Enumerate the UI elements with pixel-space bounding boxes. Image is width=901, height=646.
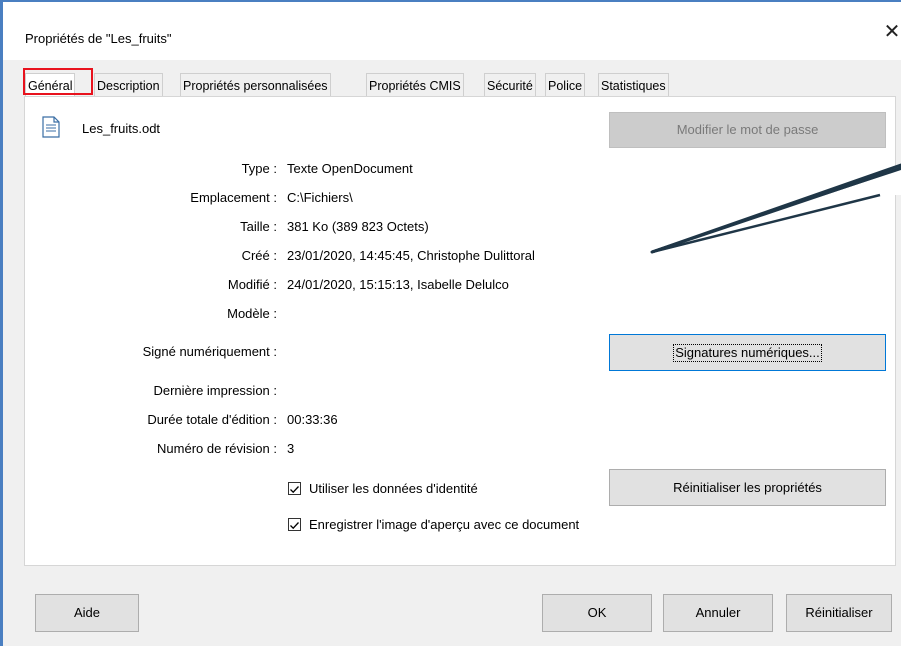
save-thumbnail-checkbox[interactable]	[288, 518, 301, 531]
modified-value: 24/01/2020, 15:15:13, Isabelle Delulco	[287, 277, 509, 292]
tab-cmis-properties[interactable]: Propriétés CMIS	[366, 73, 464, 97]
type-label: Type :	[241, 161, 277, 176]
revision-number-value: 3	[287, 441, 295, 456]
created-value: 23/01/2020, 14:45:45, Christophe Dulitto…	[287, 248, 535, 263]
revision-number-label: Numéro de révision :	[157, 441, 277, 456]
tab-font[interactable]: Police	[545, 73, 586, 97]
created-label: Créé :	[241, 248, 277, 263]
change-password-button[interactable]: Modifier le mot de passe	[609, 112, 886, 148]
size-label: Taille :	[240, 219, 277, 234]
window-title: Propriétés de "Les_fruits"	[25, 31, 172, 46]
template-label: Modèle :	[227, 306, 277, 321]
type-value: Texte OpenDocument	[287, 161, 413, 176]
tab-security[interactable]: Sécurité	[484, 73, 536, 97]
checkmark-icon	[290, 486, 299, 494]
reset-button[interactable]: Réinitialiser	[786, 594, 892, 632]
size-value: 381 Ko (389 823 Octets)	[287, 219, 429, 234]
general-tab-highlight	[23, 68, 93, 95]
help-button[interactable]: Aide	[35, 594, 139, 632]
cancel-button[interactable]: Annuler	[663, 594, 773, 632]
location-label: Emplacement :	[190, 190, 277, 205]
total-edit-time-value: 00:33:36	[287, 412, 338, 427]
checkmark-icon	[290, 522, 299, 530]
modified-label: Modifié :	[227, 277, 277, 292]
digital-signatures-button[interactable]: Signatures numériques...	[609, 334, 886, 371]
title-bar: Propriétés de "Les_fruits"	[3, 2, 901, 60]
ok-button[interactable]: OK	[542, 594, 652, 632]
use-identity-label: Utiliser les données d'identité	[309, 481, 478, 496]
save-thumbnail-label: Enregistrer l'image d'aperçu avec ce doc…	[309, 517, 580, 532]
tab-statistics[interactable]: Statistiques	[598, 73, 669, 97]
document-icon	[42, 116, 60, 138]
tab-custom-properties[interactable]: Propriétés personnalisées	[180, 73, 331, 97]
digitally-signed-label: Signé numériquement :	[142, 344, 277, 359]
total-edit-time-label: Durée totale d'édition :	[147, 412, 277, 427]
file-name: Les_fruits.odt	[82, 121, 161, 136]
location-value: C:\Fichiers\	[287, 190, 353, 205]
use-identity-checkbox[interactable]	[288, 482, 301, 495]
window-border-left	[0, 0, 3, 646]
last-print-label: Dernière impression :	[153, 383, 277, 398]
digital-signatures-button-label: Signatures numériques...	[673, 344, 822, 362]
close-icon[interactable]: ✕	[882, 22, 901, 42]
reset-properties-button[interactable]: Réinitialiser les propriétés	[609, 469, 886, 506]
tab-description[interactable]: Description	[94, 73, 163, 97]
